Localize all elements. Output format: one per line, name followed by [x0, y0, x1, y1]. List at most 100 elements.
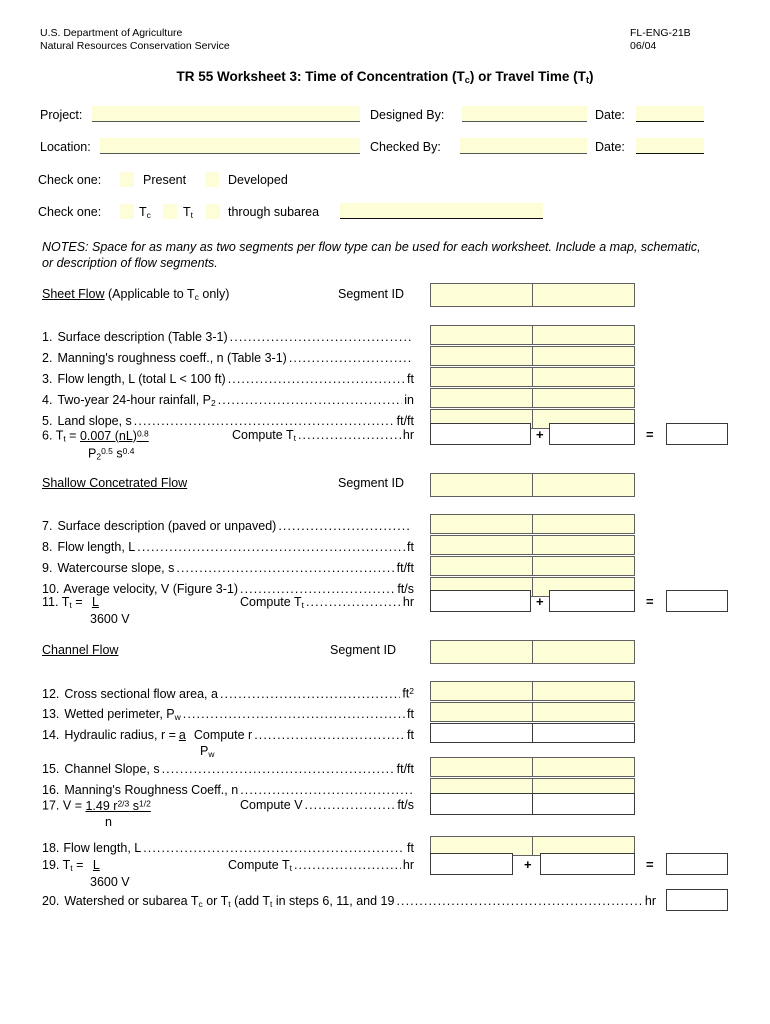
item-15-text: Channel Slope, s: [64, 762, 160, 776]
item-17-value-box[interactable]: [430, 793, 635, 815]
item-12-row: 12. Cross sectional flow area, a .......…: [42, 686, 414, 701]
item-7-number: 7.: [42, 519, 53, 533]
item-14-leader: ....................................: [254, 728, 406, 742]
item-15-unit: ft/ft: [396, 762, 414, 776]
item-2-leader: ........................................…: [288, 351, 412, 365]
item-20-unit: hr: [644, 894, 656, 908]
item-19-result-box[interactable]: [666, 853, 728, 875]
cell-divider: [532, 724, 533, 742]
cell-divider: [532, 326, 533, 344]
item-15-leader: ........................................…: [161, 762, 395, 776]
item-17-denominator: n: [105, 815, 112, 829]
item-19-plus-operator: +: [524, 857, 532, 872]
item-3-value-box[interactable]: [430, 367, 635, 387]
form-number: FL-ENG-21B: [630, 27, 691, 39]
item-13-value-box[interactable]: [430, 702, 635, 722]
shallow-flow-segment-id-box[interactable]: [430, 473, 635, 497]
item-6-compute-row: Compute Tt .............................…: [232, 428, 414, 443]
cell-divider: [532, 557, 533, 575]
item-6-formula: 6. Tt = 0.007 (nL)0.8: [42, 428, 149, 444]
segment-divider: [532, 474, 533, 496]
item-11-equals-operator: =: [646, 594, 654, 609]
item-2-row: 2. Manning's roughness coeff., n (Table …: [42, 351, 414, 365]
segment-divider: [532, 284, 533, 306]
location-input[interactable]: [100, 138, 360, 154]
checkbox-developed[interactable]: [205, 172, 219, 187]
item-5-row: 5. Land slope, s .......................…: [42, 414, 414, 428]
item-6-value-box-a[interactable]: [430, 423, 531, 445]
item-11-unit: hr: [402, 595, 414, 609]
subarea-input[interactable]: [340, 203, 543, 219]
sheet-flow-title: Sheet Flow (Applicable to Tc only): [42, 287, 230, 302]
item-7-value-box[interactable]: [430, 514, 635, 534]
present-label: Present: [143, 173, 187, 187]
channel-flow-segment-id-box[interactable]: [430, 640, 635, 664]
designed-by-input[interactable]: [462, 106, 587, 122]
item-17-unit: ft/s: [397, 798, 414, 812]
item-20-row: 20. Watershed or subarea Tc or Tt (add T…: [42, 894, 656, 909]
item-8-row: 8. Flow length, L ......................…: [42, 540, 414, 554]
check-one-label-1: Check one:: [38, 173, 102, 187]
item-4-unit: in: [404, 393, 414, 407]
item-11-compute-row: Compute Tt .............................…: [240, 595, 414, 610]
item-6-result-box[interactable]: [666, 423, 728, 445]
item-12-value-box[interactable]: [430, 681, 635, 701]
item-19-value-box-a[interactable]: [430, 853, 513, 875]
item-16-number: 16.: [42, 783, 60, 797]
item-11-result-box[interactable]: [666, 590, 728, 612]
item-4-row: 4. Two-year 24-hour rainfall, P2 .......…: [42, 393, 414, 408]
item-1-text: Surface description (Table 3-1): [57, 330, 228, 344]
item-2-value-box[interactable]: [430, 346, 635, 366]
item-14-number: 14.: [42, 728, 60, 742]
sheet-flow-segment-id-box[interactable]: [430, 283, 635, 307]
notes-line-1: NOTES: Space for as many as two segments…: [42, 240, 701, 254]
page-title-mid: ) or Travel Time (T: [469, 69, 586, 84]
item-6-numerator: 0.007 (nL)0.8: [79, 428, 149, 443]
cell-divider: [532, 410, 533, 428]
item-9-value-box[interactable]: [430, 556, 635, 576]
checkbox-present[interactable]: [120, 172, 134, 187]
item-3-row: 3. Flow length, L (total L < 100 ft) ...…: [42, 372, 414, 386]
cell-divider: [532, 758, 533, 776]
agency-line-2: Natural Resources Conservation Service: [40, 40, 230, 52]
form-number-block: FL-ENG-21B 06/04: [630, 27, 691, 53]
checkbox-subarea[interactable]: [206, 204, 220, 219]
location-label: Location:: [40, 140, 91, 154]
item-8-value-box[interactable]: [430, 535, 635, 555]
item-6-value-box-b[interactable]: [549, 423, 635, 445]
checked-by-input[interactable]: [460, 138, 587, 154]
item-4-value-box[interactable]: [430, 388, 635, 408]
item-19-number: 19.: [42, 858, 60, 872]
item-8-text: Flow length, L: [57, 540, 136, 554]
item-10-number: 10.: [42, 582, 60, 596]
project-input[interactable]: [92, 106, 360, 122]
item-16-leader: ........................................…: [240, 783, 412, 797]
item-16-text: Manning's Roughness Coeff., n: [64, 783, 239, 797]
item-13-number: 13.: [42, 707, 60, 721]
item-6-equals-operator: =: [646, 427, 654, 442]
segment-divider: [532, 641, 533, 663]
date-1-input[interactable]: [636, 106, 704, 122]
item-19-unit: hr: [402, 858, 414, 872]
cell-divider: [532, 682, 533, 700]
item-19-denominator: 3600 V: [90, 875, 130, 889]
item-1-value-box[interactable]: [430, 325, 635, 345]
item-9-leader: ........................................…: [176, 561, 394, 575]
item-12-leader: ........................................…: [219, 686, 401, 701]
item-14-value-box[interactable]: [430, 723, 635, 743]
item-19-value-box-b[interactable]: [540, 853, 635, 875]
item-11-formula: 11. Tt = L: [42, 595, 105, 610]
item-12-unit: ft2: [402, 686, 414, 701]
date-2-input[interactable]: [636, 138, 704, 154]
item-20-result-box[interactable]: [666, 889, 728, 911]
item-11-value-box-a[interactable]: [430, 590, 531, 612]
item-13-text: Wetted perimeter, Pw: [64, 707, 181, 722]
item-15-row: 15. Channel Slope, s ...................…: [42, 762, 414, 776]
item-2-number: 2.: [42, 351, 53, 365]
shallow-flow-title: Shallow Concetrated Flow: [42, 476, 188, 490]
checkbox-tc[interactable]: [120, 204, 134, 219]
item-15-value-box[interactable]: [430, 757, 635, 777]
checkbox-tt[interactable]: [163, 204, 177, 219]
item-11-value-box-b[interactable]: [549, 590, 635, 612]
sheet-flow-segment-id-label: Segment ID: [338, 287, 405, 301]
